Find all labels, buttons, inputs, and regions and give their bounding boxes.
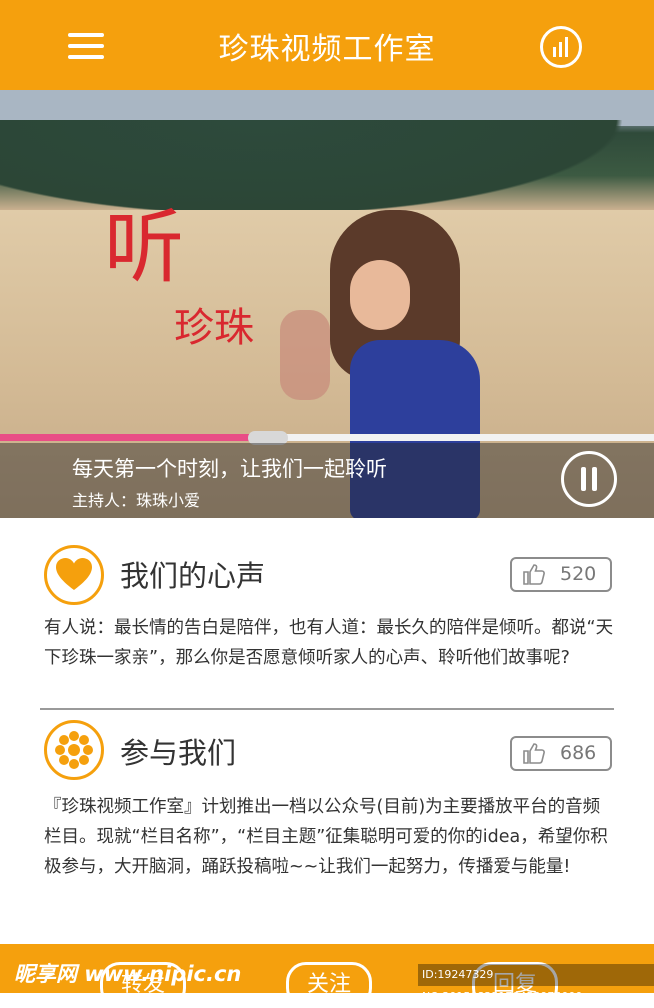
- hero-word-small: 珍珠: [174, 305, 254, 351]
- flower-icon: [44, 720, 104, 780]
- app-header: 珍珠视频工作室: [0, 0, 654, 90]
- watermark-id: ID:19247329 NO:20150825170453975000: [418, 964, 654, 1003]
- section-title: 我们的心声: [120, 559, 266, 593]
- section-divider: [40, 708, 614, 710]
- pause-icon[interactable]: [561, 451, 617, 507]
- progress-fill: [0, 434, 269, 441]
- stats-icon[interactable]: [540, 26, 582, 68]
- thumbs-up-icon: [523, 564, 545, 585]
- episode-title: 每天第一个时刻，让我们一起聆听: [72, 457, 387, 481]
- hero-word-large: 听: [104, 201, 184, 294]
- section-title: 参与我们: [120, 736, 237, 770]
- footer-bar: 昵享网 www.nipic.cn 转发 关注 回复 ID:19247329 NO…: [0, 944, 654, 1008]
- section-body: 『珍珠视频工作室』计划推出一档以公众号(目前)为主要播放平台的音频栏目。现就“栏…: [44, 797, 608, 877]
- like-button[interactable]: 686: [510, 736, 612, 771]
- heart-icon: [44, 545, 104, 605]
- follow-button[interactable]: 关注: [286, 962, 372, 1008]
- like-button[interactable]: 520: [510, 557, 612, 592]
- thumbs-up-icon: [523, 743, 545, 764]
- player-caption: 每天第一个时刻，让我们一起聆听 主持人：珠珠小爱: [0, 443, 654, 518]
- like-count: 686: [560, 742, 597, 764]
- like-count: 520: [560, 563, 597, 585]
- share-button[interactable]: 转发: [100, 962, 186, 1008]
- audio-progress-bar[interactable]: [0, 431, 654, 445]
- host-label: 主持人：珠珠小爱: [72, 491, 201, 510]
- section-body: 有人说：最长情的告白是陪伴，也有人道：最长久的陪伴是倾听。都说“天下珍珠一家亲”…: [44, 618, 614, 668]
